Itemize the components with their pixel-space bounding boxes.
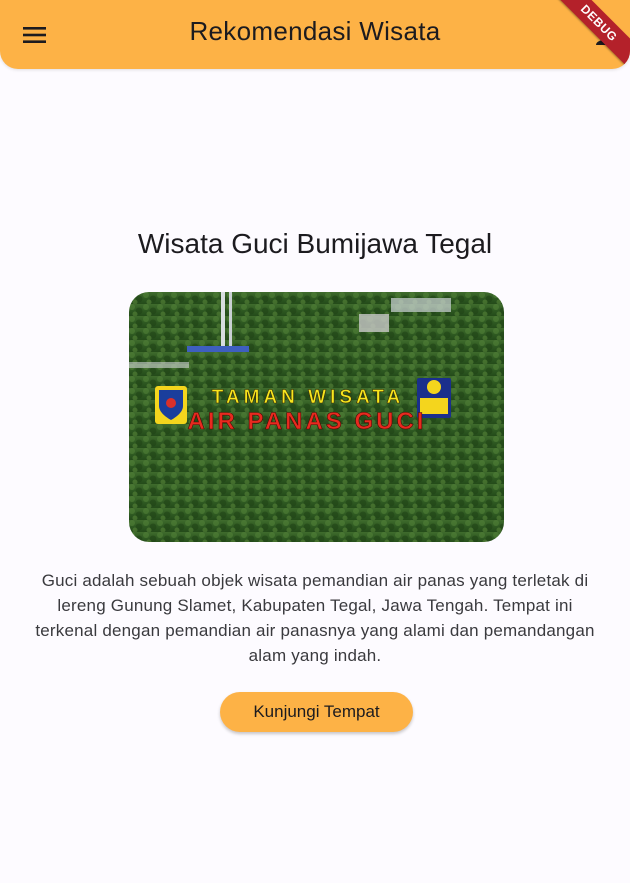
app-bar: Rekomendasi Wisata DEBUG [0,0,630,69]
screen: Rekomendasi Wisata DEBUG Wisata Guci Bum… [0,0,630,883]
app-bar-title: Rekomendasi Wisata [189,16,441,46]
sign-line-2: AIR PANAS GUCI [188,408,427,435]
description-text: Guci adalah sebuah objek wisata pemandia… [35,571,595,665]
page-title: Wisata Guci Bumijawa Tegal [137,228,493,259]
destination-image: TAMAN WISATA AIR PANAS GUCI [129,292,504,542]
sign-line-1: TAMAN WISATA [212,387,405,408]
visit-place-button[interactable]: Kunjungi Tempat [220,692,413,732]
